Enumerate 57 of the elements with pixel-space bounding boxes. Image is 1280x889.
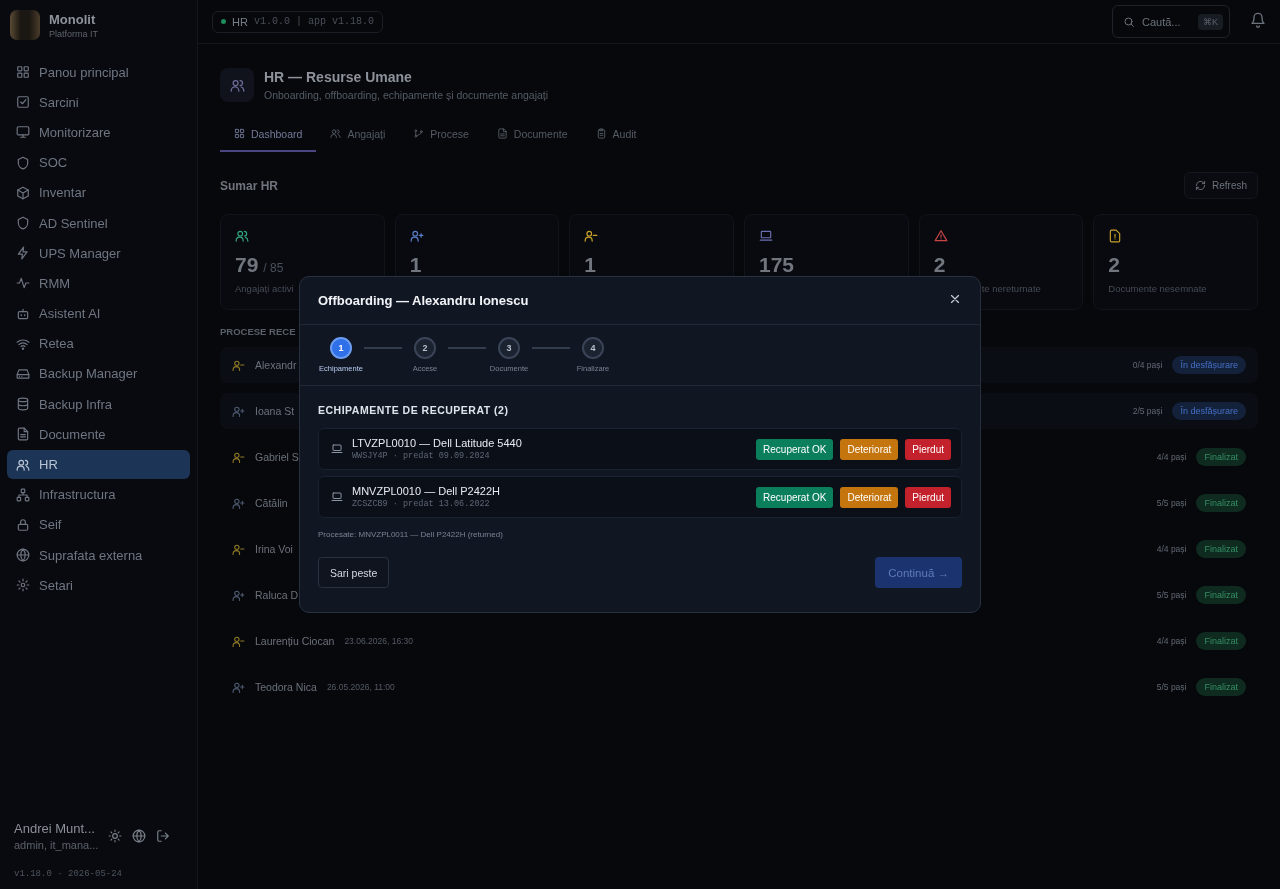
employee-name: Alexandr: [255, 359, 297, 371]
equipment-details: ZCSZCB9 · predat 13.06.2022: [352, 499, 491, 509]
steps-count: 4/4 pași: [1156, 636, 1187, 646]
dialog-title: Offboarding — Alexandru Ionescu: [318, 293, 529, 308]
equipment-details: WWSJY4P · predat 09.09.2024: [352, 451, 491, 461]
stat-label: te nereturnate: [981, 283, 1042, 294]
section-title: Sumar HR: [220, 178, 278, 193]
process-date: 23.06.2026, 16:30: [344, 636, 413, 646]
status-badge: Finalizat: [1196, 448, 1246, 466]
stat-value: 1: [584, 253, 596, 277]
step-indicator: 3: [498, 337, 520, 359]
status-badge: În desfășurare: [1172, 402, 1246, 420]
stat-value: 2: [933, 253, 946, 277]
status-badge: În desfășurare: [1172, 356, 1246, 374]
employee-name: Irina Voi: [255, 543, 293, 555]
step-indicator: 2: [414, 337, 436, 359]
stat-value: 175: [759, 253, 795, 277]
employee-name: Ioana St: [255, 405, 295, 417]
equipment-title: LTVZPL0010 — Dell Latitude 5440: [352, 437, 522, 449]
status-badge: Finalizat: [1196, 540, 1246, 558]
status-badge: Finalizat: [1196, 586, 1246, 604]
page-subtitle: Onboarding, offboarding, echipamente și documente angajați: [264, 89, 549, 101]
step-indicator: 1: [330, 337, 352, 359]
status-badge: Finalizat: [1196, 632, 1246, 650]
stat-value: 79: [235, 253, 259, 277]
stat-value: 2: [1108, 253, 1120, 277]
brand-name: Monolit: [49, 11, 97, 27]
step-indicator: 4: [582, 337, 604, 359]
processed-note: Procesate: MNVZPL0011 — Dell P2422H (returned): [318, 530, 504, 539]
stat-total: / 85: [263, 261, 284, 275]
version-badge: HR v1.0.0 | app v1.18.0: [212, 10, 383, 33]
user-role: admin, it_mana...: [14, 839, 99, 851]
steps-count: 5/5 pași: [1156, 682, 1187, 692]
status-badge: Finalizat: [1196, 678, 1246, 696]
employee-name: Laurențiu Ciocan: [255, 635, 335, 647]
user-name: Andrei Munt...: [14, 821, 96, 836]
employee-name: Gabriel S: [255, 451, 299, 463]
employee-name: Cătălin: [255, 497, 288, 509]
version-text: v1.18.0 · 2026-05-24: [14, 869, 124, 879]
employee-name: Raluca D: [255, 589, 299, 601]
employee-name: Teodora Nica: [255, 681, 317, 693]
equipment-title: MNVZPL0010 — Dell P2422H: [352, 485, 500, 497]
steps-count: 4/4 pași: [1156, 544, 1187, 554]
brand-subtitle: Platforma IT: [49, 28, 98, 39]
section-title: PROCESE RECE: [220, 326, 297, 337]
steps-count: 4/4 pași: [1156, 452, 1187, 462]
section-title: ECHIPAMENTE DE RECUPERAT (2): [318, 404, 510, 416]
steps-count: 5/5 pași: [1156, 590, 1187, 600]
page-title: HR — Resurse Umane: [264, 69, 413, 85]
stat-label: Angajați activi: [235, 283, 295, 294]
stat-value: 1: [409, 253, 422, 277]
stat-label: Documente nesemnate: [1108, 283, 1208, 294]
steps-count: 5/5 pași: [1156, 498, 1187, 508]
steps-count: 2/5 pași: [1132, 406, 1163, 416]
process-date: 26.05.2026, 11:00: [326, 682, 395, 692]
status-badge: Finalizat: [1196, 494, 1246, 512]
steps-count: 0/4 pași: [1132, 360, 1163, 370]
